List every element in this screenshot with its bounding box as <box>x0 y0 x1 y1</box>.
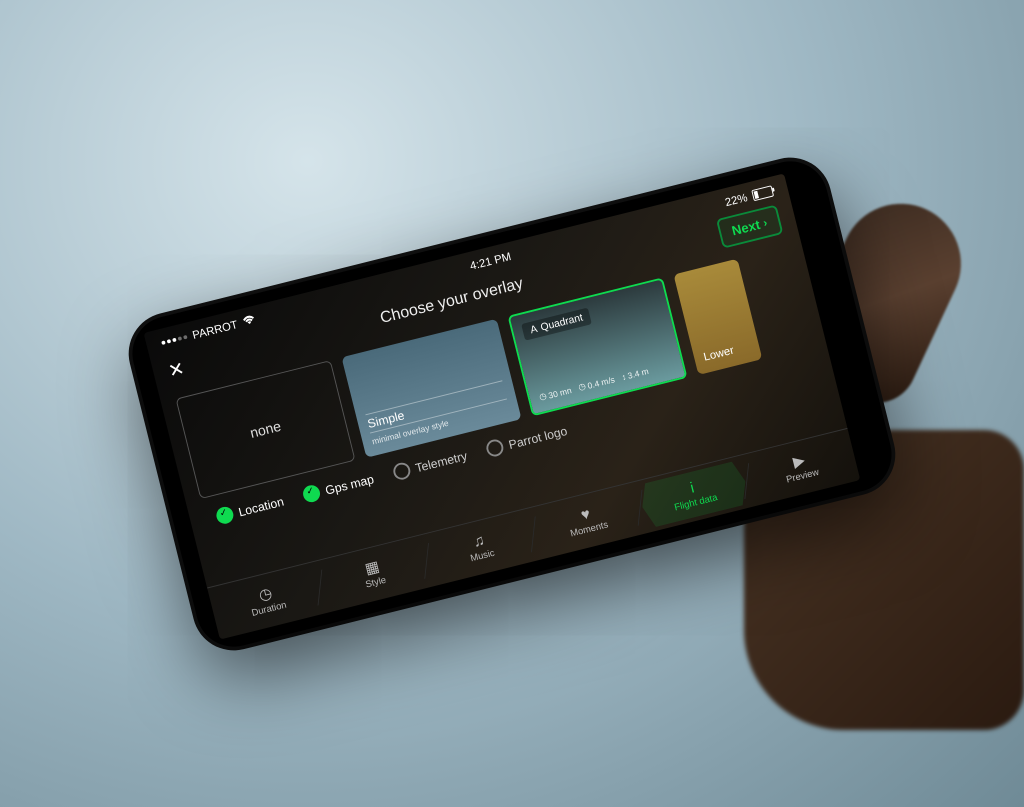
nav-duration[interactable]: ◷Duration <box>207 561 326 639</box>
nav-moments[interactable]: ♥Moments <box>527 482 646 560</box>
battery-icon <box>751 185 774 201</box>
overlay-card-lower[interactable]: Lower <box>673 258 762 374</box>
nav-style[interactable]: ▦Style <box>314 535 433 613</box>
overlay-lower-name: Lower <box>702 339 751 363</box>
play-icon: ▶ <box>792 453 807 470</box>
radio-checked-icon <box>215 505 236 526</box>
info-icon: i <box>689 480 696 495</box>
wifi-icon <box>241 313 257 328</box>
next-label: Next <box>730 216 761 237</box>
quadrant-stat-alt: ↕3.4 m <box>621 365 650 382</box>
clock-icon: ◷ <box>538 390 548 402</box>
nav-music[interactable]: ♫Music <box>421 508 540 586</box>
style-icon: ▦ <box>364 559 381 577</box>
heart-icon: ♥ <box>580 506 592 523</box>
quadrant-badge: A Quadrant <box>521 307 592 340</box>
chevron-right-icon: › <box>762 215 769 229</box>
signal-dots-icon <box>161 334 187 344</box>
radio-empty-icon <box>485 437 506 458</box>
speed-icon: ◷ <box>577 381 587 393</box>
quadrant-stat-duration: ◷30 mn <box>538 384 572 402</box>
text-a-icon: A <box>529 323 538 336</box>
quadrant-stat-speed: ◷0.4 m/s <box>577 373 615 392</box>
radio-checked-icon <box>301 483 322 504</box>
nav-flight-data[interactable]: iFlight data <box>634 455 753 533</box>
overlay-quadrant-name: Quadrant <box>539 312 584 333</box>
music-note-icon: ♫ <box>472 532 487 549</box>
overlay-none-label: none <box>248 418 282 441</box>
stopwatch-icon: ◷ <box>257 585 273 603</box>
nav-preview[interactable]: ▶Preview <box>741 428 860 506</box>
radio-empty-icon <box>392 460 413 481</box>
